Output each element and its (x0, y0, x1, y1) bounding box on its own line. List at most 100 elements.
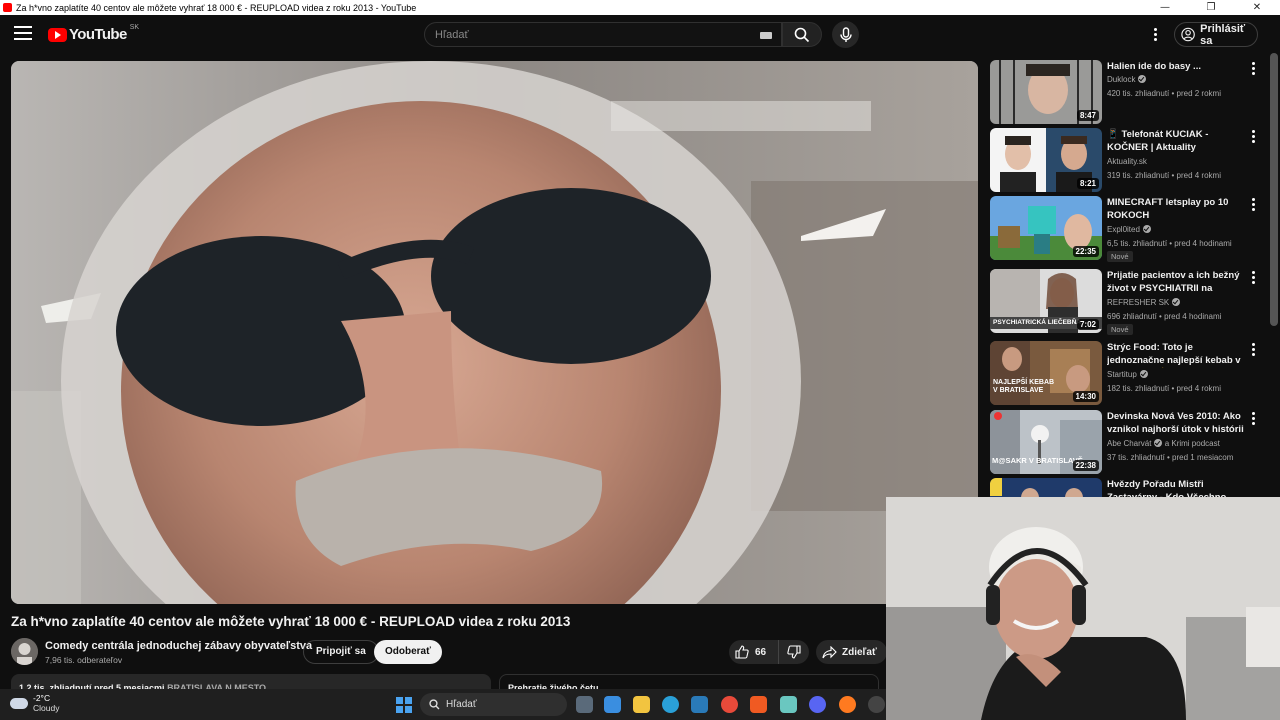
cloud-icon (10, 697, 28, 709)
youtube-app-icon (3, 3, 12, 12)
video-title[interactable]: MINECRAFT letsplay po 10 ROKOCH (1107, 196, 1245, 222)
recommendation-item[interactable]: 22:35 MINECRAFT letsplay po 10 ROKOCH Ex… (990, 196, 1270, 262)
dislike-button[interactable] (779, 645, 809, 659)
video-title[interactable]: Strýc Food: Toto je jednoznačne najlepší… (1107, 341, 1245, 368)
recommendation-item[interactable]: NAJLEPŠÍ KEBAB V BRATISLAVE 14:30 Strýc … (990, 341, 1270, 405)
store-icon[interactable] (604, 696, 621, 713)
subscribe-button[interactable]: Odoberať (374, 640, 442, 664)
maximize-button[interactable]: ❐ (1188, 2, 1234, 13)
verified-icon (1138, 75, 1147, 83)
logo-text: YouTube (69, 26, 127, 43)
task-view-icon[interactable] (576, 696, 593, 713)
video-meta: 319 tis. zhliadnutí • pred 4 rokmi (1107, 171, 1221, 180)
video-player[interactable] (11, 61, 978, 604)
search-button[interactable] (782, 22, 822, 47)
file-explorer-icon[interactable] (633, 696, 650, 713)
youtube-logo[interactable]: YouTube SK (48, 24, 140, 43)
channel-name[interactable]: Comedy centrála jednoduchej zábavy obyva… (45, 640, 312, 652)
obs-icon[interactable] (868, 696, 885, 713)
channel-name[interactable]: Expl0ited (1107, 225, 1151, 234)
recommendation-item[interactable]: Hvězdy Pořadu Mistři Zastavárny - Kdo Vš… (990, 478, 1270, 497)
channel-name[interactable]: REFRESHER SK (1107, 298, 1181, 307)
video-title[interactable]: Halien ide do basy ... (1107, 60, 1245, 73)
share-label: Zdieľať (842, 646, 877, 658)
channel-name[interactable]: Abe Charvát a Krimi podcast (1107, 439, 1220, 448)
like-count: 66 (755, 646, 767, 658)
search-icon (794, 27, 810, 42)
taskbar-search[interactable]: Hľadať (420, 693, 567, 716)
video-title[interactable]: 📱 Telefonát KUCIAK - KOČNER | Aktuality (1107, 128, 1245, 154)
video-meta: 420 tis. zhliadnutí • pred 2 rokmi (1107, 89, 1221, 98)
chrome-icon[interactable] (721, 696, 738, 713)
weather-widget[interactable]: -2°C Cloudy (10, 693, 59, 713)
menu-icon[interactable] (14, 26, 32, 42)
minimize-button[interactable]: — (1142, 2, 1188, 13)
video-frame (11, 61, 978, 604)
verified-icon (1139, 370, 1148, 378)
channel-name[interactable]: Startitup (1107, 370, 1148, 379)
keyboard-icon[interactable] (760, 32, 772, 39)
channel-name[interactable]: Duklock (1107, 75, 1147, 84)
more-options-icon[interactable] (1250, 271, 1256, 285)
verified-icon (1142, 225, 1151, 233)
video-meta: 182 tis. zhliadnutí • pred 4 rokmi (1107, 384, 1221, 393)
video-title[interactable]: Hvězdy Pořadu Mistři Zastavárny - Kdo Vš… (1107, 478, 1245, 497)
more-options-icon[interactable] (1250, 343, 1256, 357)
microphone-icon (839, 26, 852, 42)
video-title: Za h*vno zaplatíte 40 centov ale môžete … (11, 614, 571, 629)
subscriber-count: 7,96 tis. odberateľov (45, 655, 123, 665)
window-title: Za h*vno zaplatíte 40 centov ale môžete … (16, 2, 417, 13)
youtube-header: YouTube SK Hľadať Prihlásiť sa (0, 15, 1280, 53)
avatar[interactable] (11, 638, 38, 665)
recommendation-item[interactable]: 8:21 📱 Telefonát KUCIAK - KOČNER | Aktua… (990, 128, 1270, 192)
temperature: -2°C (33, 693, 51, 703)
video-duration: 8:21 (1076, 178, 1099, 189)
like-dislike-group: 66 (729, 640, 809, 664)
recommendation-item[interactable]: M@SAKR V BRATISLAVĚ 22:38 Devinska Nová … (990, 410, 1270, 474)
new-badge: Nové (1107, 251, 1133, 262)
video-thumbnail[interactable]: PSYCHIATRICKÁ LIEČEBŇA 7:02 (990, 269, 1102, 333)
thumbs-down-icon (787, 645, 801, 659)
video-thumbnail[interactable]: 8:21 (990, 128, 1102, 192)
signin-button[interactable]: Prihlásiť sa (1174, 22, 1258, 47)
video-thumbnail[interactable]: 8:47 (990, 60, 1102, 124)
video-thumbnail[interactable]: 22:35 (990, 196, 1102, 260)
webcam-feed (886, 497, 1280, 720)
edge-icon[interactable] (662, 696, 679, 713)
like-button[interactable]: 66 (729, 640, 779, 664)
country-code: SK (129, 24, 140, 31)
video-duration: 22:35 (1072, 246, 1099, 257)
video-thumbnail[interactable]: M@SAKR V BRATISLAVĚ 22:38 (990, 410, 1102, 474)
join-button[interactable]: Pripojiť sa (303, 640, 379, 664)
video-thumbnail[interactable]: NAJLEPŠÍ KEBAB V BRATISLAVE 14:30 (990, 341, 1102, 405)
discord-icon[interactable] (809, 696, 826, 713)
voice-search-button[interactable] (832, 21, 859, 48)
more-options-icon[interactable] (1148, 25, 1162, 43)
weather-condition: Cloudy (33, 703, 60, 713)
recommendation-item[interactable]: PSYCHIATRICKÁ LIEČEBŇA 7:02 Prijatie pac… (990, 269, 1270, 335)
windows-taskbar: -2°C Cloudy Hľadať (0, 689, 886, 720)
video-title[interactable]: Prijatie pacientov a ich bežný život v P… (1107, 269, 1245, 296)
more-options-icon[interactable] (1250, 412, 1256, 426)
windows-start-icon[interactable] (396, 697, 412, 713)
more-options-icon[interactable] (1250, 130, 1256, 144)
recommendation-item[interactable]: 8:47 Halien ide do basy ... Duklock 420 … (990, 60, 1270, 124)
verified-icon (1172, 298, 1181, 306)
share-button[interactable]: Zdieľať (816, 640, 887, 664)
video-title[interactable]: Devinska Nová Ves 2010: Ako vznikol najh… (1107, 410, 1245, 437)
notepad-icon[interactable] (780, 696, 797, 713)
more-options-icon[interactable] (1250, 198, 1256, 212)
close-button[interactable]: ✕ (1234, 2, 1280, 13)
firefox-icon[interactable] (839, 696, 856, 713)
window-titlebar: Za h*vno zaplatíte 40 centov ale môžete … (0, 0, 1280, 15)
thumbnail-caption: M@SAKR V BRATISLAVĚ (992, 456, 1083, 465)
photos-icon[interactable] (691, 696, 708, 713)
video-thumbnail[interactable] (990, 478, 1102, 497)
webcam-overlay (886, 497, 1280, 720)
scrollbar[interactable] (1270, 53, 1278, 326)
brave-icon[interactable] (750, 696, 767, 713)
account-icon (1181, 27, 1195, 42)
search-input[interactable]: Hľadať (424, 22, 782, 47)
channel-name[interactable]: Aktuality.sk (1107, 157, 1147, 166)
more-options-icon[interactable] (1250, 62, 1256, 76)
